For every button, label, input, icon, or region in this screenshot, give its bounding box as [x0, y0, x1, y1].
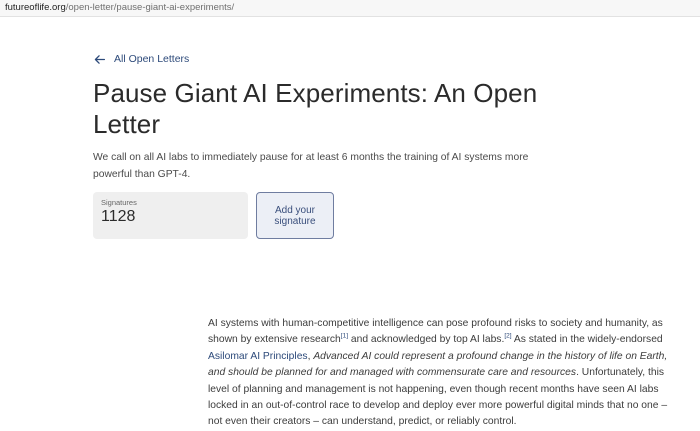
- signatures-label: Signatures: [101, 198, 137, 207]
- reference-2-link[interactable]: [2]: [504, 333, 511, 340]
- page-title: Pause Giant AI Experiments: An Open Lett…: [93, 78, 538, 139]
- intro-text: We call on all AI labs to immediately pa…: [93, 152, 529, 180]
- letter-text: As stated in the widely-endorsed: [511, 334, 663, 346]
- address-url[interactable]: futureoflife.org/open-letter/pause-giant…: [5, 0, 234, 16]
- letter-text: and acknowledged by top AI labs.: [348, 334, 505, 346]
- back-to-open-letters-link[interactable]: All Open Letters: [93, 51, 189, 67]
- reference-1-link[interactable]: [1]: [341, 333, 348, 340]
- add-signature-button[interactable]: Add your signature: [256, 192, 334, 239]
- arrow-left-icon: [94, 54, 106, 64]
- url-host: futureoflife.org: [5, 2, 66, 13]
- asilomar-principles-link[interactable]: Asilomar AI Principles: [208, 351, 308, 362]
- add-signature-label: Add your signature: [274, 204, 316, 227]
- signatures-count: 1128: [101, 208, 136, 225]
- letter-paragraph: AI systems with human-competitive intell…: [208, 316, 671, 431]
- url-path: /open-letter/pause-giant-ai-experiments/: [65, 2, 235, 13]
- back-link-label: All Open Letters: [114, 53, 190, 65]
- address-bar[interactable]: futureoflife.org/open-letter/pause-giant…: [0, 0, 700, 17]
- signature-counter: Signatures 1128: [93, 192, 248, 239]
